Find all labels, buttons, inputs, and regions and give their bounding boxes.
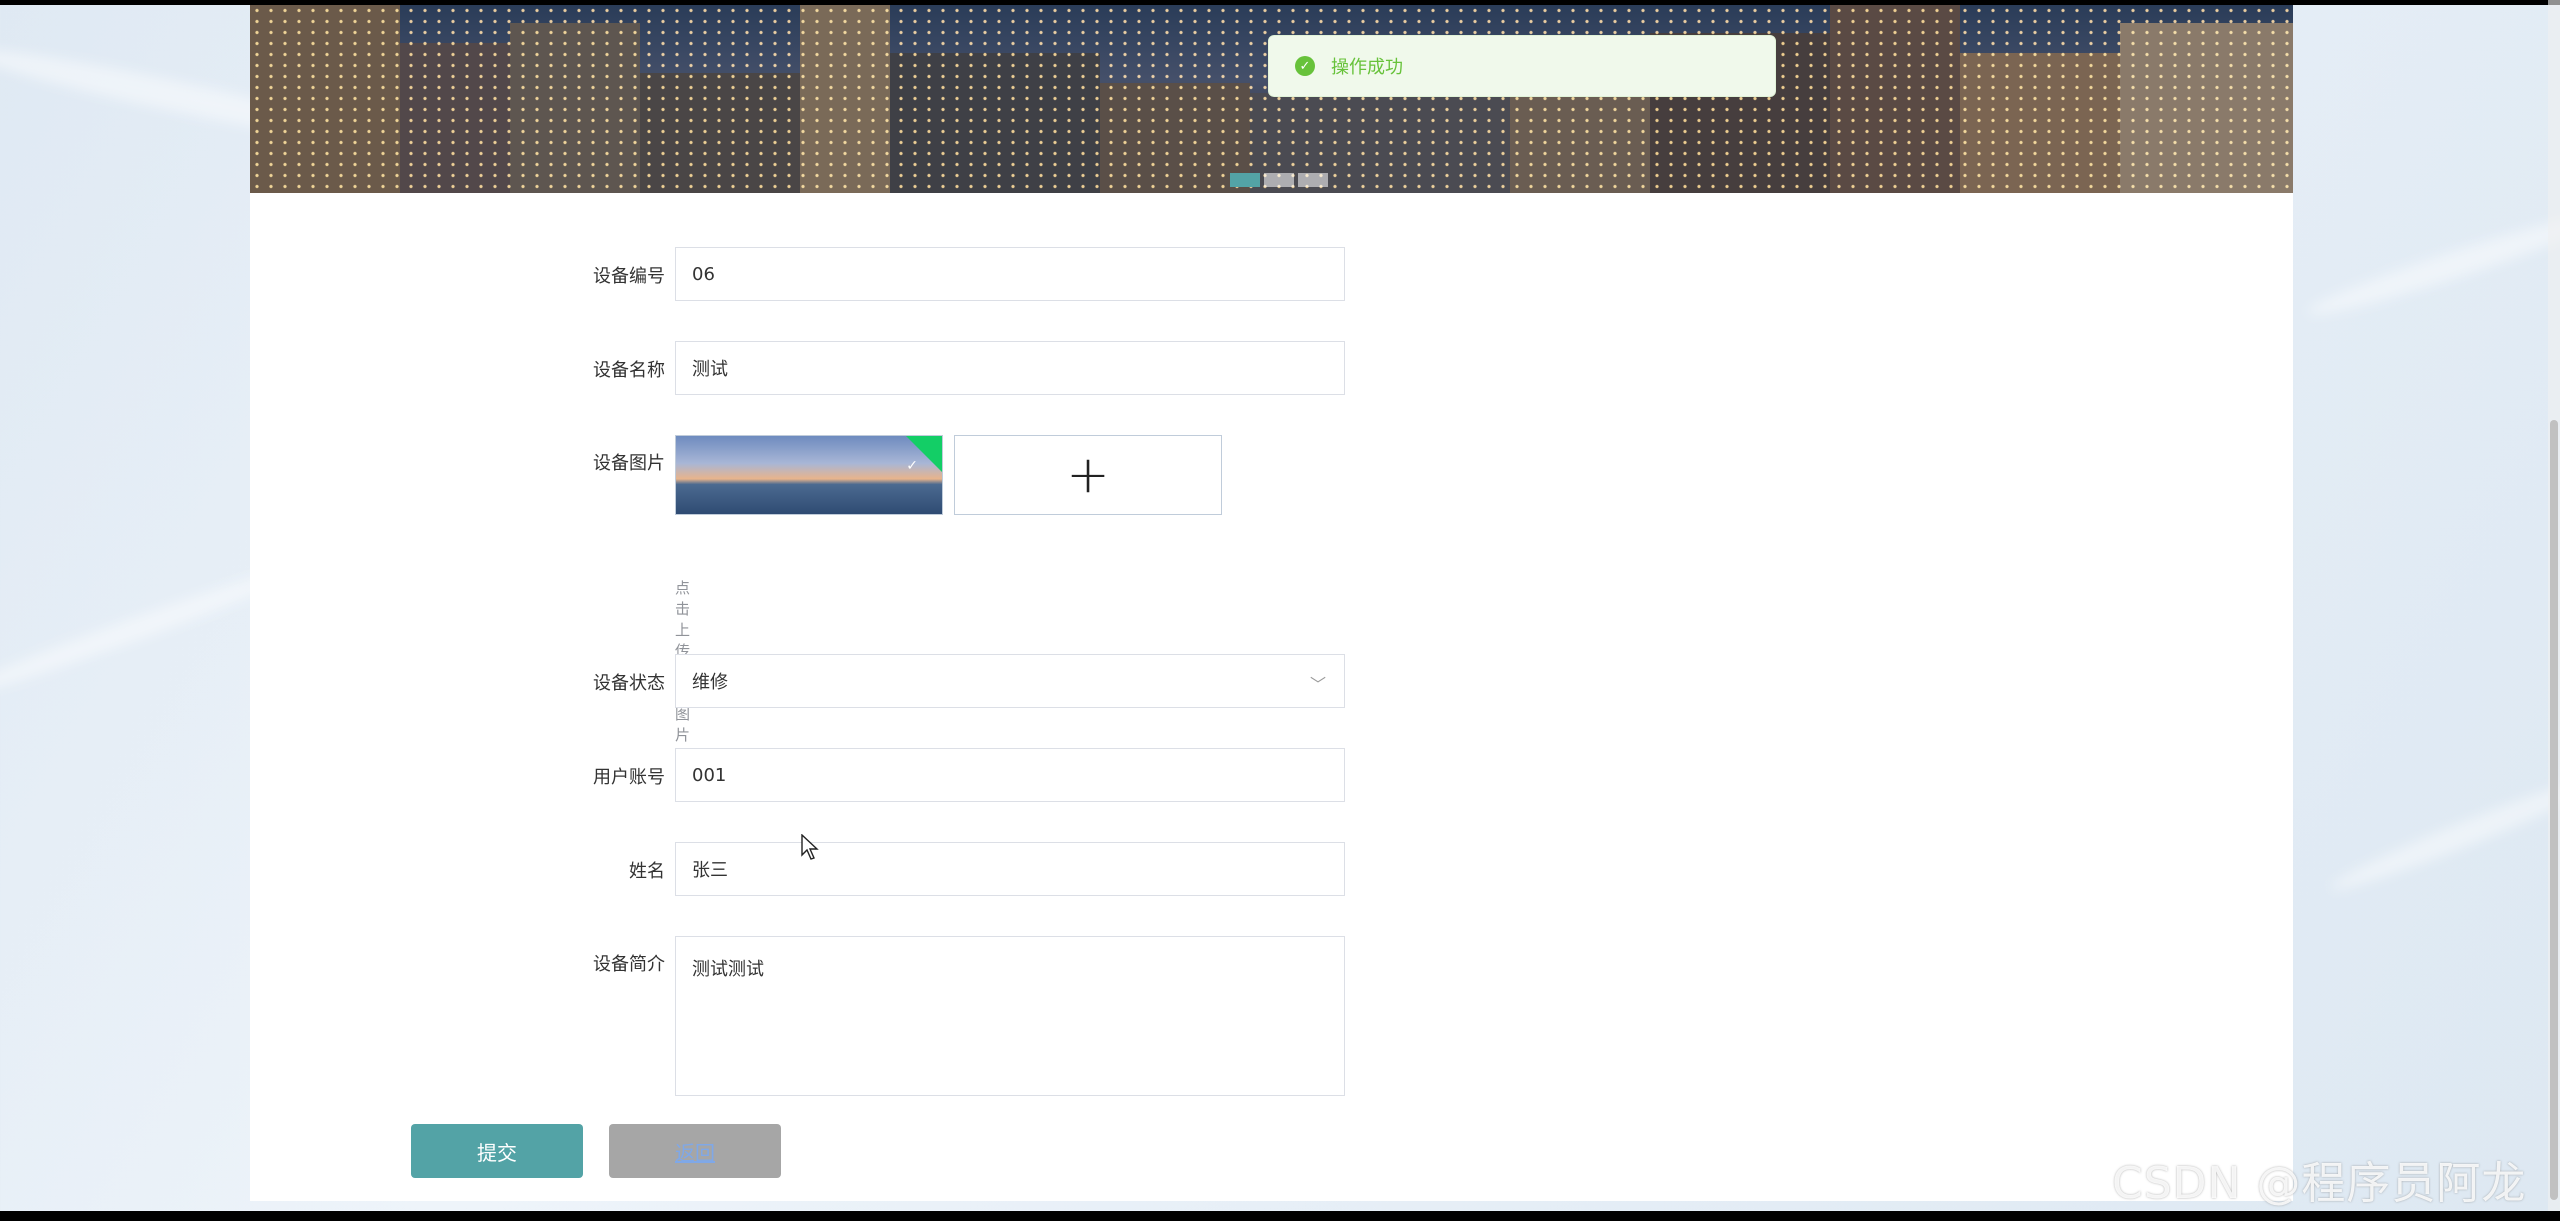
page-container: ✓ 操作成功 设备编号 06 设备名称 测试 设备图片 ✓ + 点击上传设备图片…: [250, 5, 2293, 1201]
name-label: 姓名: [629, 861, 665, 882]
device-status-select[interactable]: 维修 ﹀: [675, 654, 1345, 708]
scrollbar-thumb[interactable]: [2550, 420, 2558, 1200]
window-bottom-edge: [0, 1211, 2560, 1221]
toast-message: 操作成功: [1331, 57, 1403, 78]
carousel-dot[interactable]: [1298, 173, 1328, 187]
check-icon: ✓: [906, 458, 918, 474]
success-toast: ✓ 操作成功: [1268, 35, 1776, 97]
name-input[interactable]: 张三: [675, 842, 1345, 896]
device-intro-value: 测试测试: [692, 959, 764, 980]
device-no-input[interactable]: 06: [675, 247, 1345, 301]
device-status-value: 维修: [692, 672, 728, 693]
device-image-label: 设备图片: [593, 453, 665, 474]
chevron-down-icon: ﹀: [1309, 675, 1326, 694]
uploaded-image-thumbnail[interactable]: ✓: [675, 435, 943, 515]
device-no-label: 设备编号: [593, 266, 665, 287]
device-name-label: 设备名称: [593, 360, 665, 381]
user-account-label: 用户账号: [593, 767, 665, 788]
name-value: 张三: [692, 860, 728, 881]
device-intro-textarea[interactable]: 测试测试: [675, 936, 1345, 1096]
check-circle-icon: ✓: [1295, 56, 1315, 76]
device-name-value: 测试: [692, 359, 728, 380]
back-button[interactable]: 返回: [609, 1124, 781, 1178]
user-account-value: 001: [692, 764, 727, 786]
mouse-cursor-icon: [801, 833, 821, 866]
carousel-dot[interactable]: [1264, 173, 1294, 187]
user-account-input[interactable]: 001: [675, 748, 1345, 802]
device-name-input[interactable]: 测试: [675, 341, 1345, 395]
carousel-dot[interactable]: [1230, 173, 1260, 187]
banner-carousel: [250, 5, 2293, 193]
plus-icon: +: [1066, 445, 1110, 505]
device-intro-label: 设备简介: [593, 954, 665, 975]
watermark-text: CSDN @程序员阿龙: [2112, 1158, 2527, 1209]
device-status-label: 设备状态: [593, 673, 665, 694]
carousel-indicators: [1230, 173, 1328, 187]
submit-button[interactable]: 提交: [411, 1124, 583, 1178]
device-no-value: 06: [692, 263, 715, 285]
image-upload-button[interactable]: +: [954, 435, 1222, 515]
